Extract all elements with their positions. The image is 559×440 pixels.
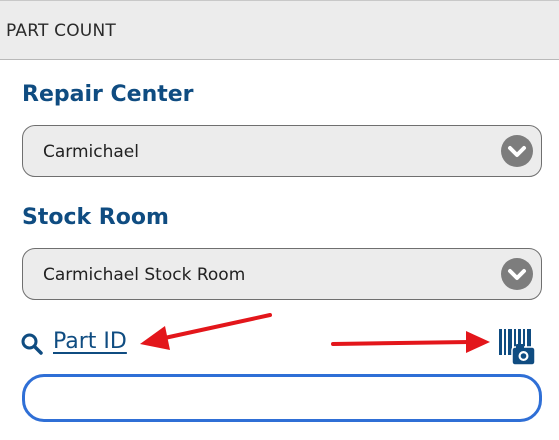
part-id-input[interactable] xyxy=(22,374,542,422)
part-id-link[interactable]: Part ID xyxy=(53,329,127,354)
part-id-row: Part ID xyxy=(20,328,540,366)
page-title: PART COUNT xyxy=(6,21,116,41)
part-count-screen: PART COUNT Repair Center Carmichael Stoc… xyxy=(0,0,559,440)
search-icon[interactable] xyxy=(20,332,44,356)
stock-room-select[interactable]: Carmichael Stock Room xyxy=(22,248,542,300)
repair-center-label: Repair Center xyxy=(22,82,194,107)
barcode-camera-icon[interactable] xyxy=(497,327,537,367)
chevron-down-icon xyxy=(501,258,533,290)
chevron-down-icon xyxy=(501,135,533,167)
page-header: PART COUNT xyxy=(0,0,559,60)
stock-room-value: Carmichael Stock Room xyxy=(43,265,246,285)
repair-center-select[interactable]: Carmichael xyxy=(22,125,542,177)
repair-center-value: Carmichael xyxy=(43,142,139,162)
stock-room-label: Stock Room xyxy=(22,205,169,230)
